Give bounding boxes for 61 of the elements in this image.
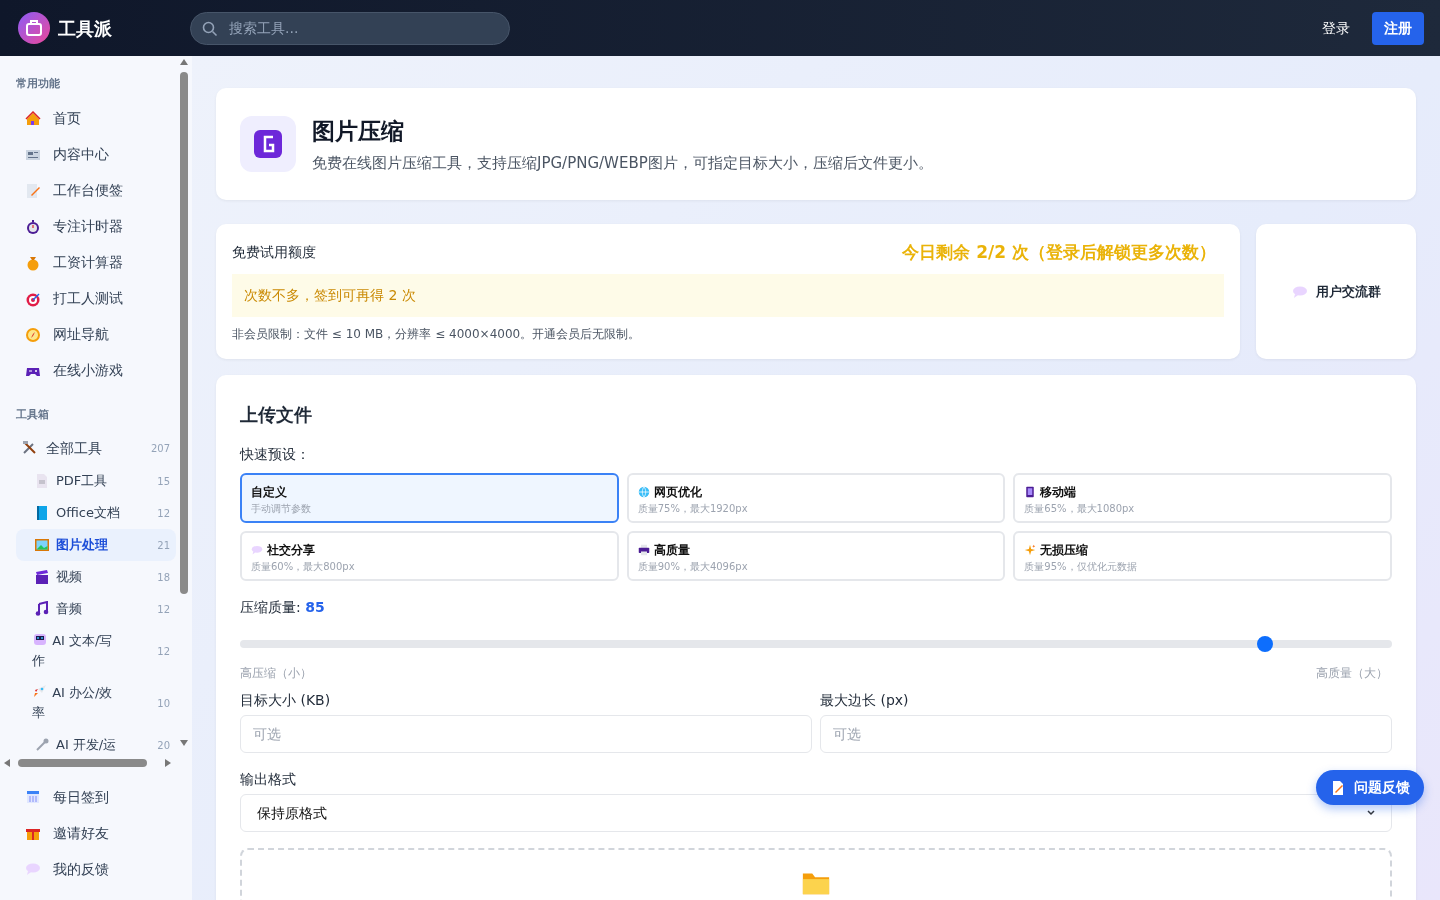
sidebar-item[interactable]: 音频 12 [16, 593, 176, 625]
sidebar-item[interactable]: 每日签到 [16, 779, 192, 815]
sidebar-item[interactable]: 图片处理 21 [16, 529, 176, 561]
sidebar-item[interactable]: 在线小游戏 [16, 352, 176, 389]
item-count: 15 [157, 474, 170, 489]
quality-label: 压缩质量: [240, 599, 301, 615]
notice-banner: 次数不多，签到可再得 2 次 [232, 273, 1224, 317]
input-field[interactable]: 可选 [240, 715, 812, 753]
quality-value: 85 [305, 599, 325, 615]
item-count: 207 [150, 441, 170, 456]
presets-label: 快速预设： [240, 445, 311, 464]
tool-description: 免费在线图片压缩工具，支持压缩JPG/PNG/WEBP图片，可指定目标大小，压缩后文件更小。 [312, 153, 933, 174]
item-count: 12 [157, 602, 170, 617]
sidebar-item[interactable]: Office文档 12 [16, 497, 176, 529]
sidebar-item[interactable]: 全部工具 207 [16, 431, 176, 465]
input-field[interactable]: 可选 [820, 715, 1392, 753]
sidebar-item[interactable]: AI 开发/运 20 [16, 729, 176, 752]
sidebar-item[interactable]: 内容中心 [16, 136, 176, 173]
sidebar-item[interactable]: 工作台便签 [16, 172, 176, 209]
preset-option[interactable]: 自定义 手动调节参数 [240, 473, 619, 523]
preset-option[interactable]: 移动端 质量65%，最大1080px [1013, 473, 1392, 523]
item-count: 21 [157, 538, 170, 553]
sidebar-item[interactable]: 邀请好友 [16, 815, 192, 851]
quota-title: 免费试用额度 [232, 243, 316, 263]
slider-min-label: 高压缩（小） [240, 665, 312, 682]
remaining-count: 今日剩余 2/2 次（登录后解锁更多次数） [902, 241, 1216, 264]
sidebar-item[interactable]: 网址导航 [16, 316, 176, 353]
section-title: 工具箱 [16, 406, 50, 423]
preset-option[interactable]: 网页优化 质量75%，最大1920px [626, 473, 1006, 523]
sidebar-item[interactable]: 专注计时器 [16, 208, 176, 245]
sidebar-item[interactable]: 视频 18 [16, 561, 176, 593]
feedback-button[interactable]: 问题反馈 [1316, 770, 1424, 805]
sidebar-item[interactable]: 打工人测试 [16, 280, 176, 317]
item-count: 20 [157, 738, 170, 752]
field-label: 目标大小 (KB) [240, 692, 331, 708]
community-button[interactable]: 用户交流群 [1256, 224, 1416, 359]
sidebar-item[interactable]: 我的反馈 [16, 851, 192, 887]
app-name: 工具派 [58, 16, 112, 41]
preset-option[interactable]: 高质量 质量90%，最大4096px [626, 531, 1006, 581]
sidebar-item[interactable]: AI 文本/写作 12 [16, 625, 176, 677]
upload-title: 上传文件 [240, 403, 313, 427]
sidebar-item[interactable]: 工资计算器 [16, 244, 176, 281]
tool-title: 图片压缩 [312, 116, 405, 146]
search-field[interactable]: 搜索工具... [190, 11, 510, 45]
sidebar-item[interactable]: AI 办公/效率 10 [16, 677, 176, 729]
item-count: 10 [157, 696, 170, 711]
format-select[interactable]: 保持原格式 [240, 794, 1392, 832]
item-count: 12 [157, 644, 170, 659]
limits-text: 非会员限制：文件 ≤ 10 MB，分辨率 ≤ 4000×4000。开通会员后无限制。 [232, 325, 642, 343]
field-label: 最大边长 (px) [820, 692, 909, 708]
login-link[interactable]: 登录 [1316, 13, 1356, 43]
slider-max-label: 高质量（大） [1316, 665, 1388, 682]
sidebar-item[interactable]: PDF工具 15 [16, 465, 176, 497]
sidebar-item[interactable]: 首页 [16, 100, 176, 137]
preset-option[interactable]: 无损压缩 质量95%，仅优化元数据 [1013, 531, 1392, 581]
register-button[interactable]: 注册 [1372, 11, 1424, 45]
item-count: 18 [157, 570, 170, 585]
section-title: 常用功能 [16, 76, 61, 92]
preset-option[interactable]: 社交分享 质量60%，最大800px [240, 531, 619, 581]
item-count: 12 [157, 506, 170, 521]
field-label: 输出格式 [240, 771, 296, 787]
